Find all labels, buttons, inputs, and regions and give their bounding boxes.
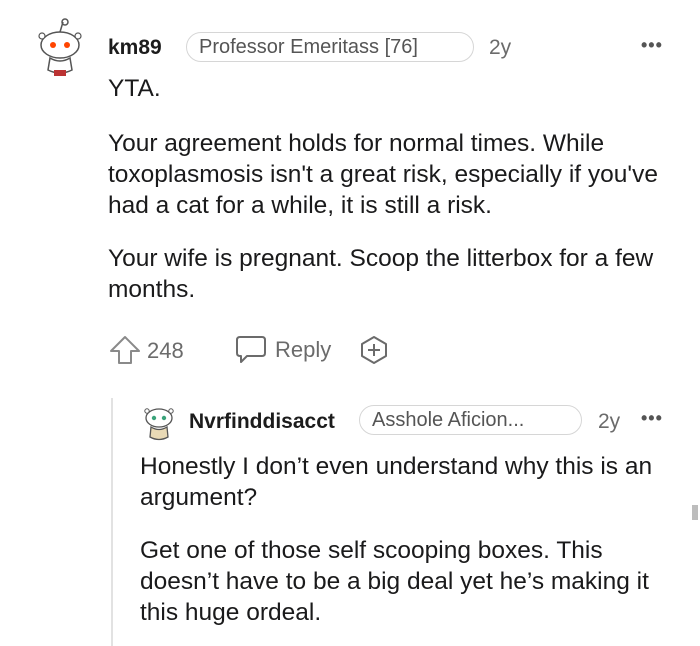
vote-score: 248 <box>147 338 184 363</box>
more-options-icon[interactable]: ••• <box>641 35 663 56</box>
user-flair: Asshole Aficion... <box>359 405 582 435</box>
user-avatar[interactable] <box>142 403 176 443</box>
comment-age: 2y <box>598 410 621 433</box>
reddit-snoo-avatar-icon <box>38 18 82 76</box>
comment-age: 2y <box>489 36 512 59</box>
username[interactable]: km89 <box>108 36 162 60</box>
comment-paragraph: YTA. <box>108 75 161 102</box>
user-avatar[interactable] <box>34 18 86 78</box>
reply-bubble-icon <box>236 336 266 363</box>
user-flair: Professor Emeritass [76] <box>186 32 474 62</box>
comment-paragraph: Your wife is pregnant. Scoop the litterb… <box>108 245 654 303</box>
reply-paragraph: Get one of those self scooping boxes. Th… <box>140 537 649 626</box>
upvote-arrow-icon <box>110 336 140 364</box>
scrollbar-thumb[interactable] <box>692 505 698 520</box>
reddit-snoo-avatar-icon <box>144 408 174 441</box>
reply-paragraph: Honestly I don’t even understand why thi… <box>140 453 653 511</box>
comment-paragraph: Your agreement holds for normal times. W… <box>108 130 658 219</box>
reply-label: Reply <box>275 337 332 362</box>
reply-button[interactable]: Reply <box>235 334 335 366</box>
award-plus-icon <box>361 336 387 364</box>
thread-line[interactable] <box>111 398 113 646</box>
upvote-button[interactable] <box>108 334 142 366</box>
award-button[interactable] <box>358 335 390 365</box>
username[interactable]: Nvrfinddisacct <box>189 410 335 434</box>
more-options-icon[interactable]: ••• <box>641 408 663 429</box>
